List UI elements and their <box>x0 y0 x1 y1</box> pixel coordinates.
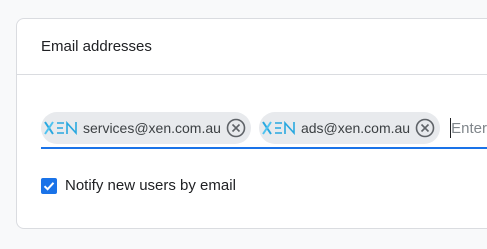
email-input[interactable] <box>450 118 487 138</box>
close-circle-icon[interactable] <box>225 117 247 139</box>
checkmark-icon <box>43 181 55 191</box>
email-chip: services@xen.com.au <box>41 112 251 144</box>
email-addresses-card: Email addresses services@xen.com.au ads@… <box>16 18 487 229</box>
email-chip-input[interactable]: services@xen.com.au ads@xen.com.au <box>41 109 487 149</box>
notify-option[interactable]: Notify new users by email <box>41 177 236 194</box>
xen-logo-icon <box>259 121 299 135</box>
notify-checkbox[interactable] <box>41 177 57 194</box>
close-circle-icon[interactable] <box>414 117 436 139</box>
email-chip: ads@xen.com.au <box>258 112 441 144</box>
chip-email-label: services@xen.com.au <box>83 120 221 136</box>
xen-logo-icon <box>41 121 81 135</box>
card-header: Email addresses <box>17 19 487 75</box>
notify-label: Notify new users by email <box>65 177 236 194</box>
chip-email-label: ads@xen.com.au <box>300 120 411 136</box>
card-title: Email addresses <box>41 38 152 55</box>
